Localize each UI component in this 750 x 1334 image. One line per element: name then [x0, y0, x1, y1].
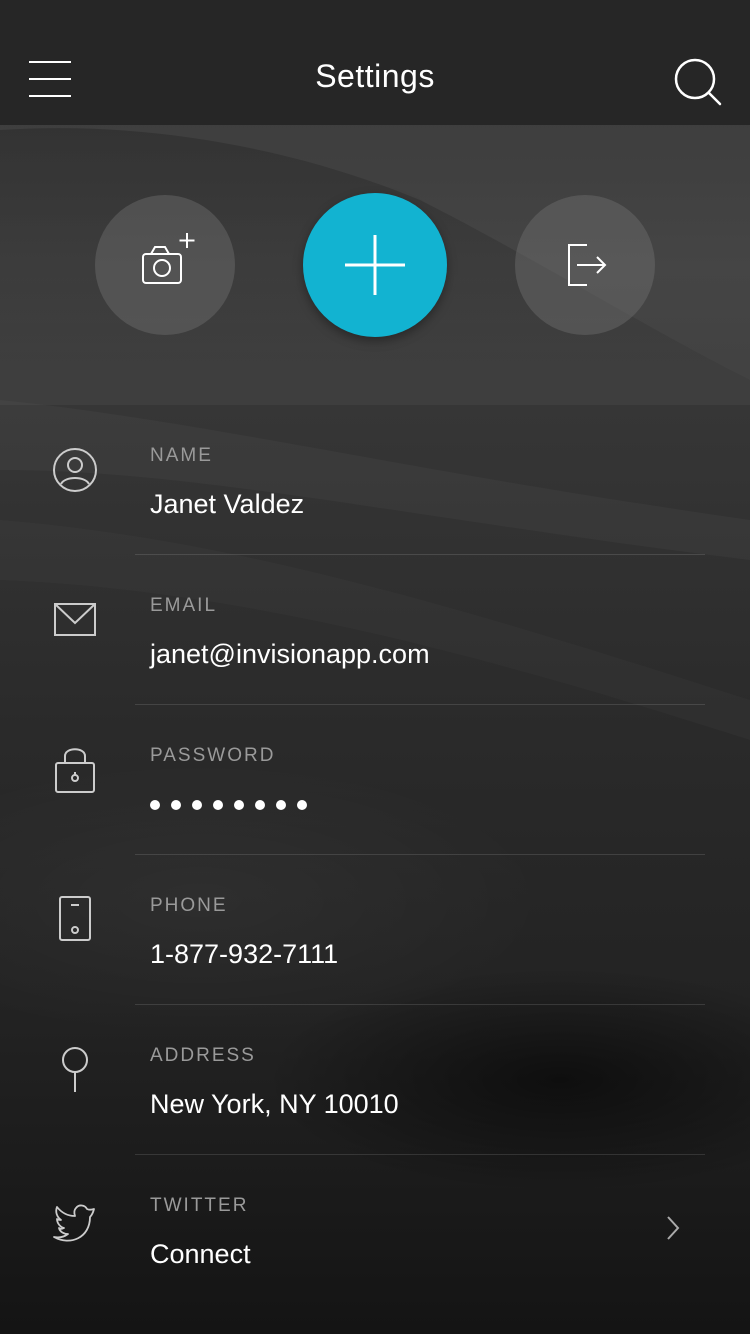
- add-photo-button[interactable]: [95, 195, 235, 335]
- password-row[interactable]: PASSWORD: [0, 705, 750, 855]
- twitter-row[interactable]: TWITTER Connect: [0, 1155, 750, 1305]
- navigation-bar: Settings: [0, 0, 750, 125]
- email-label: EMAIL: [150, 595, 218, 616]
- twitter-label: TWITTER: [150, 1195, 249, 1216]
- password-value: [150, 800, 307, 810]
- search-icon[interactable]: [674, 58, 722, 106]
- logout-button[interactable]: [515, 195, 655, 335]
- camera-add-icon: [142, 233, 195, 284]
- name-row[interactable]: NAME Janet Valdez: [0, 405, 750, 555]
- password-dot: [171, 800, 181, 810]
- mail-icon: [54, 603, 96, 636]
- plus-icon: [345, 235, 405, 295]
- twitter-icon: [53, 1204, 95, 1242]
- address-label: ADDRESS: [150, 1045, 256, 1066]
- password-dot: [276, 800, 286, 810]
- email-row[interactable]: EMAIL janet@invisionapp.com: [0, 555, 750, 705]
- password-dot: [234, 800, 244, 810]
- address-value: New York, NY 10010: [150, 1089, 399, 1119]
- password-dot: [150, 800, 160, 810]
- password-dot: [255, 800, 265, 810]
- address-row[interactable]: ADDRESS New York, NY 10010: [0, 1005, 750, 1155]
- logout-icon: [568, 244, 607, 286]
- twitter-connect-link[interactable]: Connect: [150, 1239, 251, 1270]
- password-dot: [297, 800, 307, 810]
- phone-icon: [59, 896, 91, 941]
- chevron-right-icon: [667, 1216, 680, 1240]
- name-value: Janet Valdez: [150, 489, 305, 519]
- password-dot: [213, 800, 223, 810]
- email-value: janet@invisionapp.com: [150, 639, 430, 669]
- user-icon: [53, 448, 97, 492]
- password-dot: [192, 800, 202, 810]
- phone-row[interactable]: PHONE 1-877-932-7111: [0, 855, 750, 1005]
- lock-icon: [55, 748, 95, 793]
- password-label: PASSWORD: [150, 745, 276, 766]
- phone-label: PHONE: [150, 895, 228, 916]
- add-button[interactable]: [303, 193, 447, 337]
- location-pin-icon: [62, 1047, 88, 1092]
- phone-value: 1-877-932-7111: [150, 939, 339, 969]
- page-title: Settings: [315, 58, 435, 94]
- name-label: NAME: [150, 445, 213, 466]
